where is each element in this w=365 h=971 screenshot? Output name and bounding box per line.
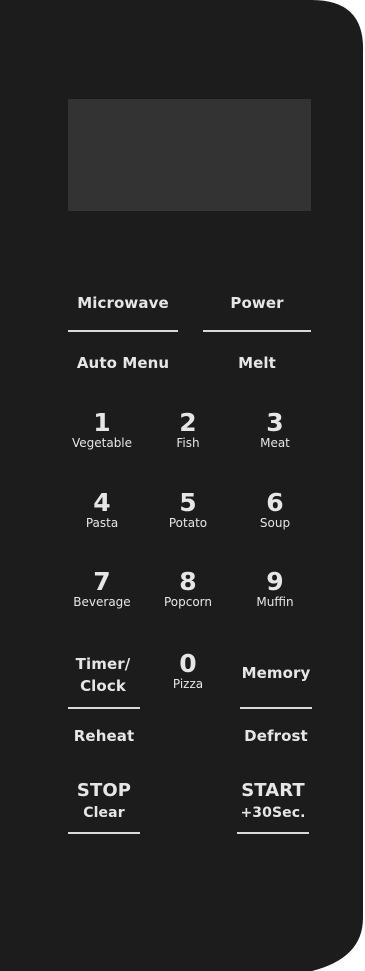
key-1-label: Vegetable bbox=[71, 436, 133, 450]
key-6[interactable]: 6 Soup bbox=[235, 489, 315, 531]
start-divider bbox=[237, 832, 309, 834]
key-0-label: Pizza bbox=[172, 677, 204, 691]
key-4-label: Pasta bbox=[85, 516, 119, 530]
stop-label: STOP bbox=[76, 780, 132, 801]
key-7-digit: 7 bbox=[93, 567, 111, 596]
key-2-label: Fish bbox=[176, 436, 200, 450]
key-0[interactable]: 0 Pizza bbox=[148, 650, 228, 692]
key-4[interactable]: 4 Pasta bbox=[62, 489, 142, 531]
timer-clock-line2: Clock bbox=[80, 677, 126, 695]
stop-clear-button[interactable]: STOP Clear bbox=[62, 780, 146, 822]
key-3[interactable]: 3 Meat bbox=[235, 409, 315, 451]
clear-label: Clear bbox=[83, 805, 125, 821]
key-5-label: Potato bbox=[168, 516, 208, 530]
key-4-digit: 4 bbox=[93, 488, 111, 517]
plus-30-sec-label: +30Sec. bbox=[240, 805, 306, 821]
timer-clock-divider bbox=[68, 707, 140, 709]
microwave-button[interactable]: Microwave bbox=[68, 294, 178, 312]
key-7[interactable]: 7 Beverage bbox=[62, 568, 142, 610]
key-9-digit: 9 bbox=[266, 567, 284, 596]
reheat-button[interactable]: Reheat bbox=[62, 727, 146, 745]
key-6-digit: 6 bbox=[266, 488, 284, 517]
key-5-digit: 5 bbox=[179, 488, 197, 517]
start-label: START bbox=[241, 780, 305, 801]
key-3-label: Meat bbox=[260, 436, 290, 450]
power-button[interactable]: Power bbox=[203, 294, 311, 312]
key-6-label: Soup bbox=[259, 516, 291, 530]
microwave-divider bbox=[68, 330, 178, 332]
key-9-label: Muffin bbox=[256, 595, 294, 609]
key-1[interactable]: 1 Vegetable bbox=[62, 409, 142, 451]
key-2[interactable]: 2 Fish bbox=[148, 409, 228, 451]
stop-divider bbox=[68, 832, 140, 834]
memory-divider bbox=[240, 707, 312, 709]
key-9[interactable]: 9 Muffin bbox=[235, 568, 315, 610]
timer-clock-button[interactable]: Timer/ Clock bbox=[62, 653, 144, 697]
key-2-digit: 2 bbox=[179, 408, 197, 437]
key-7-label: Beverage bbox=[73, 595, 131, 609]
microwave-control-panel: Microwave Power Auto Menu Melt 1 Vegetab… bbox=[0, 0, 365, 971]
key-8-label: Popcorn bbox=[163, 595, 213, 609]
key-0-digit: 0 bbox=[179, 649, 197, 678]
key-8-digit: 8 bbox=[179, 567, 197, 596]
key-3-digit: 3 bbox=[266, 408, 284, 437]
melt-button[interactable]: Melt bbox=[203, 354, 311, 372]
start-button[interactable]: START +30Sec. bbox=[231, 780, 315, 822]
defrost-button[interactable]: Defrost bbox=[234, 727, 318, 745]
auto-menu-button[interactable]: Auto Menu bbox=[68, 354, 178, 372]
key-1-digit: 1 bbox=[93, 408, 111, 437]
power-divider bbox=[203, 330, 311, 332]
key-8[interactable]: 8 Popcorn bbox=[148, 568, 228, 610]
key-5[interactable]: 5 Potato bbox=[148, 489, 228, 531]
timer-clock-line1: Timer/ bbox=[75, 655, 131, 673]
display-screen bbox=[68, 99, 311, 211]
memory-button[interactable]: Memory bbox=[236, 664, 316, 682]
